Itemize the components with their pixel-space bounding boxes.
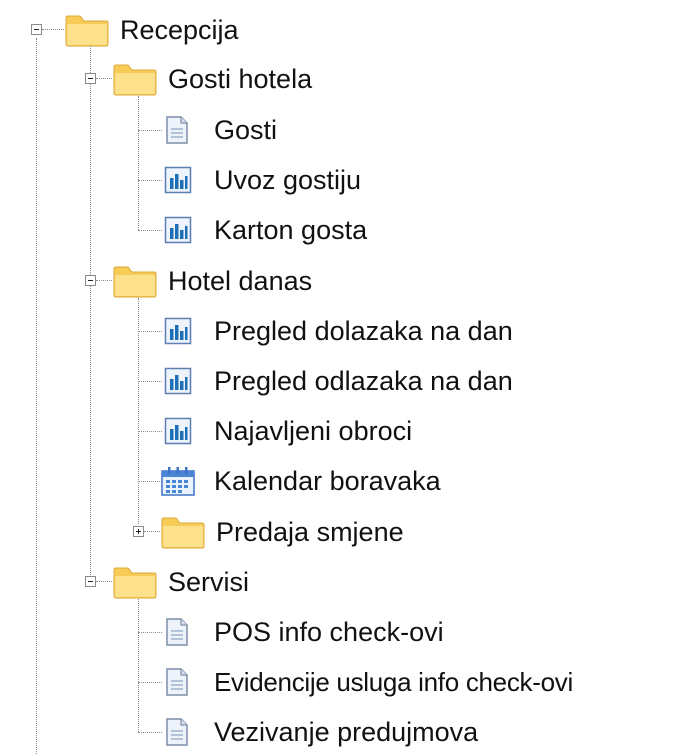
tree-item-label: Kalendar boravaka: [214, 466, 441, 496]
tree-line: [138, 682, 162, 683]
report-icon: [164, 166, 192, 194]
report-icon: [164, 216, 192, 244]
tree-line: [96, 78, 112, 79]
tree-node-label: Servisi: [168, 567, 250, 597]
tree-item-label: Vezivanje predujmova: [214, 717, 479, 747]
tree-line: [138, 381, 162, 382]
tree-node-label: Gosti hotela: [168, 64, 313, 94]
collapse-toggle-hotel-danas[interactable]: [85, 275, 96, 286]
tree-line: [138, 481, 162, 482]
document-icon: [166, 116, 188, 144]
tree-line: [42, 29, 64, 30]
tree-line: [144, 531, 160, 532]
folder-icon: [113, 567, 157, 599]
tree-line: [96, 581, 112, 582]
tree-node-label: Recepcija: [120, 15, 239, 45]
tree-line: [96, 280, 112, 281]
report-icon: [164, 417, 192, 445]
tree-node-label: Predaja smjene: [216, 517, 404, 547]
tree-item-label: Pregled dolazaka na dan: [214, 316, 513, 346]
tree-line: [138, 96, 139, 230]
tree-item-label: Uvoz gostiju: [214, 165, 362, 195]
tree-line: [36, 38, 37, 754]
tree-line: [138, 230, 162, 231]
document-icon: [166, 718, 188, 746]
folder-icon: [65, 15, 109, 47]
report-icon: [164, 367, 192, 395]
tree-line: [90, 46, 91, 581]
tree-item-label: POS info check-ovi: [214, 617, 444, 647]
tree-line: [138, 732, 162, 733]
tree-item-label: Gosti: [214, 115, 278, 145]
report-icon: [164, 317, 192, 345]
document-icon: [166, 668, 188, 696]
tree-line: [138, 632, 162, 633]
tree-line: [138, 599, 139, 732]
calendar-icon: [161, 467, 195, 496]
folder-icon: [161, 517, 205, 549]
document-icon: [166, 618, 188, 646]
collapse-toggle-servisi[interactable]: [85, 576, 96, 587]
folder-icon: [113, 266, 157, 298]
tree-item-label: Karton gosta: [214, 215, 368, 245]
tree-item-label: Najavljeni obroci: [214, 416, 413, 446]
tree-line: [138, 180, 162, 181]
collapse-toggle-recepcija[interactable]: [31, 24, 42, 35]
tree-line: [138, 431, 162, 432]
tree-node-label: Hotel danas: [168, 266, 313, 296]
tree-line: [138, 331, 162, 332]
collapse-toggle-gosti-hotela[interactable]: [85, 73, 96, 84]
tree-item-label: Evidencije usluga info check-ovi: [214, 667, 573, 697]
tree-item-label: Pregled odlazaka na dan: [214, 366, 513, 396]
expand-toggle-predaja-smjene[interactable]: [133, 526, 144, 537]
navigation-tree: Recepcija Gosti hotela Gosti Uvoz gostij…: [0, 0, 675, 754]
tree-line: [138, 130, 162, 131]
folder-icon: [113, 64, 157, 96]
